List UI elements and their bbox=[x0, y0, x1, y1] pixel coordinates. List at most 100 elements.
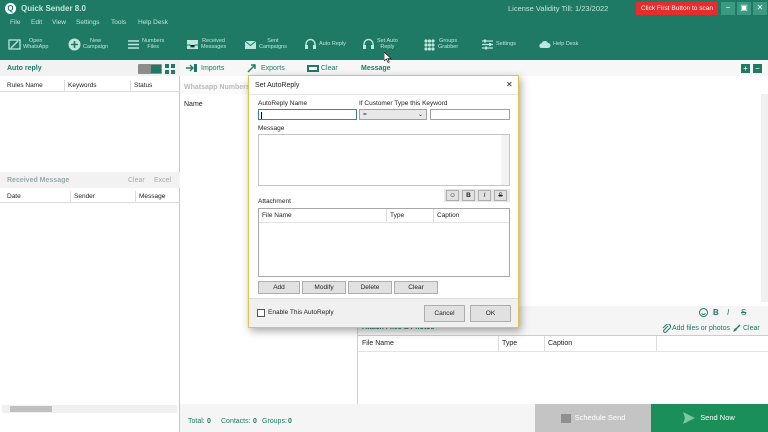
groups-grabber-button[interactable]: Groups Grabber bbox=[423, 30, 471, 60]
imports-button[interactable]: Imports bbox=[201, 65, 224, 72]
attachment-column-file-name[interactable]: File Name bbox=[262, 212, 292, 219]
menu-edit[interactable]: Edit bbox=[31, 19, 42, 26]
column-keywords[interactable]: Keywords bbox=[68, 82, 97, 89]
send-icon bbox=[683, 412, 695, 424]
schedule-send-button[interactable]: Schedule Send bbox=[535, 404, 651, 432]
app-title: Quick Sender 8.0 bbox=[21, 4, 86, 13]
menu-view[interactable]: View bbox=[52, 19, 66, 26]
contacts-label: Contacts: bbox=[221, 418, 251, 425]
help-desk-button[interactable]: Help Desk bbox=[538, 30, 584, 60]
menu-file[interactable]: File bbox=[10, 19, 20, 26]
received-clear-button[interactable]: Clear bbox=[128, 177, 145, 184]
column-date[interactable]: Date bbox=[7, 193, 21, 200]
export-icon bbox=[247, 64, 256, 73]
clear-button[interactable]: Clear bbox=[394, 281, 438, 294]
message-textarea[interactable] bbox=[258, 134, 510, 186]
scan-button[interactable]: Click First Button to scan bbox=[636, 2, 718, 15]
received-messages-button[interactable]: Received Messages bbox=[186, 30, 232, 60]
attach-clear-button[interactable]: Clear bbox=[743, 325, 760, 332]
tb-label: WhatsApp bbox=[23, 44, 49, 50]
groups-count: 0 bbox=[288, 418, 292, 425]
menu-tools[interactable]: Tools bbox=[111, 19, 126, 26]
autoreply-table-header: Rules Name Keywords Status bbox=[0, 80, 180, 92]
column-message[interactable]: Message bbox=[139, 193, 165, 200]
italic-icon[interactable]: I bbox=[727, 308, 729, 317]
autoreply-name-input[interactable] bbox=[258, 109, 357, 120]
emoji-icon[interactable] bbox=[699, 308, 708, 317]
inbox-icon bbox=[187, 40, 198, 49]
tb-label: Messages bbox=[201, 44, 227, 50]
sent-campaigns-button[interactable]: Sent Campaigns bbox=[244, 30, 292, 60]
settings-button[interactable]: Settings bbox=[481, 30, 523, 60]
new-campaign-button[interactable]: New Campaign bbox=[68, 30, 112, 60]
cancel-button[interactable]: Cancel bbox=[424, 305, 465, 322]
numbers-files-button[interactable]: Numbers Files bbox=[127, 30, 171, 60]
strikethrough-icon[interactable]: S bbox=[741, 308, 746, 317]
attach-table: File Name Type Caption bbox=[358, 335, 768, 404]
menu-help-desk[interactable]: Help Desk bbox=[138, 19, 168, 26]
remove-message-icon[interactable]: − bbox=[753, 64, 762, 73]
add-message-icon[interactable]: + bbox=[741, 64, 750, 73]
column-rules-name[interactable]: Rules Name bbox=[7, 82, 43, 89]
tb-label: Campaign bbox=[83, 44, 109, 50]
attachment-column-caption[interactable]: Caption bbox=[437, 212, 459, 219]
column-divider bbox=[433, 209, 434, 222]
message-scrollbar[interactable] bbox=[501, 135, 509, 185]
dialog-footer: Enable This AutoReply Cancel OK bbox=[249, 298, 518, 327]
column-caption[interactable]: Caption bbox=[548, 340, 572, 347]
menu-settings[interactable]: Settings bbox=[76, 19, 100, 26]
exports-button[interactable]: Exports bbox=[261, 65, 285, 72]
tb-label: Files bbox=[147, 44, 159, 50]
numbers-title: Whatsapp Numbers bbox=[184, 84, 250, 91]
attachment-column-type[interactable]: Type bbox=[390, 212, 404, 219]
dialog-close-icon[interactable]: ✕ bbox=[506, 80, 513, 89]
numbers-toolbar: Imports Exports Clear Message + − bbox=[180, 60, 768, 76]
toggle-switch[interactable] bbox=[138, 64, 162, 74]
bold-icon[interactable]: B bbox=[713, 308, 719, 317]
dialog-italic-icon[interactable]: I bbox=[478, 190, 491, 201]
attachment-table[interactable]: File Name Type Caption bbox=[258, 208, 510, 277]
ok-button[interactable]: OK bbox=[470, 305, 511, 322]
tb-label: Auto Reply bbox=[319, 41, 346, 47]
schedule-send-label: Schedule Send bbox=[574, 413, 626, 422]
close-icon[interactable]: ✕ bbox=[753, 2, 767, 15]
dialog-strike-icon[interactable]: S bbox=[494, 190, 507, 201]
column-divider bbox=[544, 336, 545, 351]
maximize-icon[interactable]: ▣ bbox=[737, 2, 751, 15]
modify-button[interactable]: Modify bbox=[302, 281, 346, 294]
column-file-name[interactable]: File Name bbox=[362, 340, 394, 347]
open-whatsapp-button[interactable]: Open WhatsApp bbox=[8, 30, 56, 60]
total-count: 0 bbox=[207, 418, 211, 425]
paperclip-icon bbox=[662, 324, 671, 333]
minimize-icon[interactable]: − bbox=[721, 2, 735, 15]
column-status[interactable]: Status bbox=[134, 82, 152, 89]
send-now-button[interactable]: Send Now bbox=[651, 404, 768, 432]
grid-icon[interactable] bbox=[165, 64, 175, 74]
column-sender[interactable]: Sender bbox=[74, 193, 95, 200]
keyword-input[interactable] bbox=[430, 109, 510, 120]
delete-button[interactable]: Delete bbox=[348, 281, 392, 294]
received-export-button[interactable]: Excel bbox=[154, 177, 171, 184]
headset-icon bbox=[305, 38, 316, 49]
dialog-bold-icon[interactable]: B bbox=[462, 190, 475, 201]
enable-autoreply-checkbox[interactable] bbox=[257, 309, 265, 317]
match-type-select[interactable]: = ⌄ bbox=[359, 109, 427, 120]
received-title: Received Message bbox=[7, 177, 70, 184]
column-divider bbox=[386, 209, 387, 222]
column-name[interactable]: Name bbox=[184, 101, 203, 108]
received-section-header: Received Message Clear Excel bbox=[0, 172, 180, 188]
headset-gear-icon bbox=[363, 38, 374, 49]
autoreply-name-label: AutoReply Name bbox=[258, 100, 308, 107]
message-vertical-scrollbar[interactable] bbox=[761, 94, 768, 302]
text-cursor bbox=[261, 112, 262, 119]
add-files-button[interactable]: Add files or photos bbox=[672, 325, 730, 332]
column-divider bbox=[130, 80, 131, 92]
scrollbar-thumb[interactable] bbox=[10, 406, 52, 412]
dialog-emoji-icon[interactable]: ☺ bbox=[446, 190, 459, 201]
add-button[interactable]: Add bbox=[258, 281, 300, 294]
tb-label: Help Desk bbox=[553, 41, 579, 47]
left-horizontal-scrollbar[interactable] bbox=[2, 405, 177, 413]
column-type[interactable]: Type bbox=[502, 340, 517, 347]
clear-numbers-button[interactable]: Clear bbox=[321, 65, 338, 72]
auto-reply-button[interactable]: Auto Reply bbox=[304, 30, 352, 60]
